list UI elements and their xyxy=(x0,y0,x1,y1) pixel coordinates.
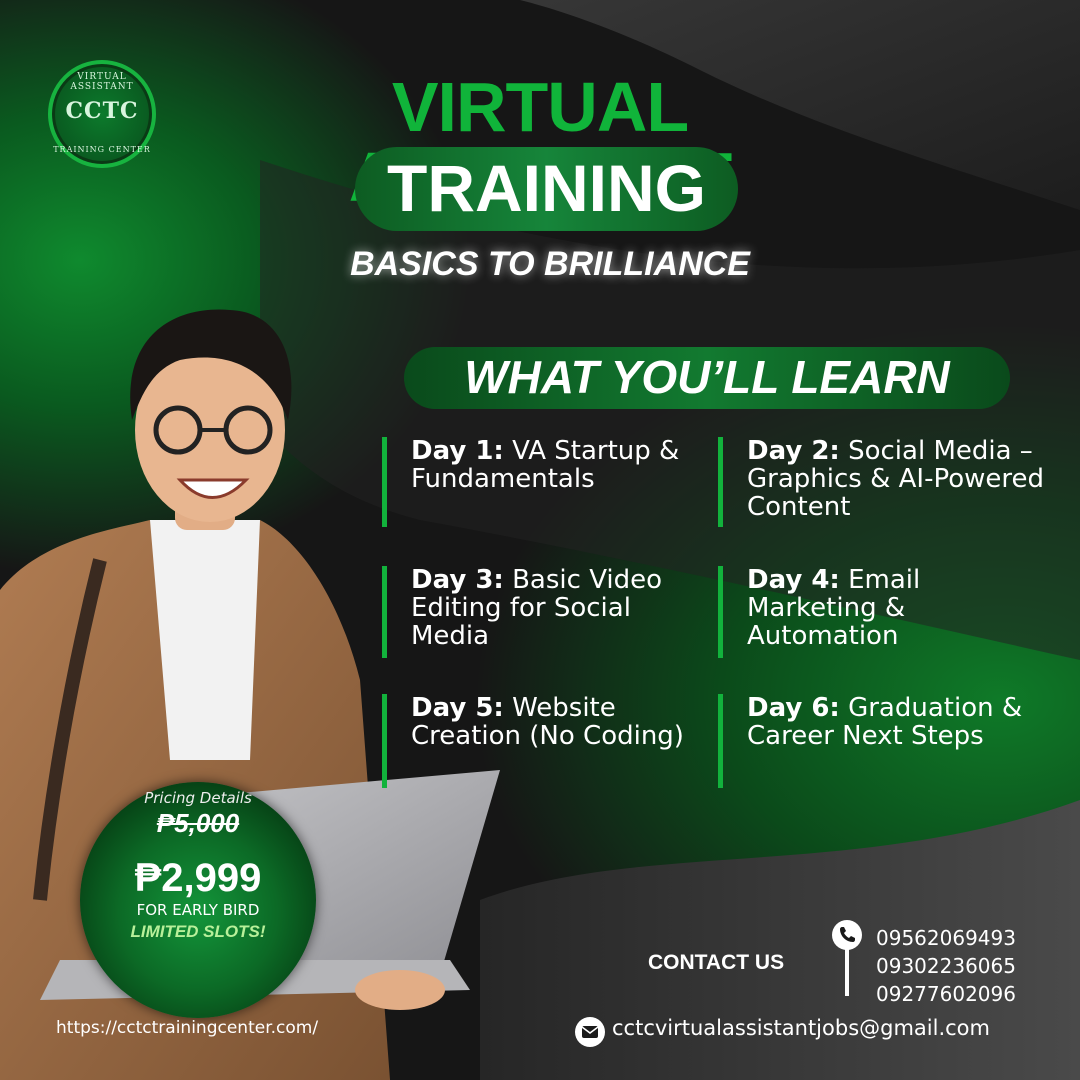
poster: VIRTUAL ASSISTANT CCTC TRAINING CENTER V… xyxy=(0,0,1080,1080)
new-price: ₱2,999 xyxy=(134,856,262,900)
website-link[interactable]: https://cctctrainingcenter.com/ xyxy=(56,1018,318,1038)
day-2-item: Day 2: Social Media – Graphics & AI-Powe… xyxy=(718,437,1058,527)
day-5-item: Day 5: Website Creation (No Coding) xyxy=(382,694,692,788)
day-label: Day 3: xyxy=(411,565,504,595)
day-label: Day 2: xyxy=(747,436,840,466)
logo-ring-top-text: VIRTUAL ASSISTANT xyxy=(70,72,134,92)
day-label: Day 6: xyxy=(747,693,840,723)
phone-number[interactable]: 09277602096 xyxy=(876,980,1016,1008)
logo-initials: CCTC xyxy=(65,98,139,124)
day-1-item: Day 1: VA Startup & Fundamentals xyxy=(382,437,692,527)
phone-number[interactable]: 09562069493 xyxy=(876,924,1016,952)
tagline: BASICS TO BRILLIANCE xyxy=(350,245,750,283)
phone-divider xyxy=(845,948,849,996)
mail-icon xyxy=(575,1017,605,1047)
limited-slots-note: LIMITED SLOTS! xyxy=(130,922,266,941)
learn-heading: WHAT YOU’LL LEARN xyxy=(464,351,950,403)
email-address[interactable]: cctcvirtualassistantjobs@gmail.com xyxy=(612,1016,990,1040)
early-bird-note: FOR EARLY BIRD xyxy=(136,901,260,919)
day-label: Day 1: xyxy=(411,436,504,466)
day-4-item: Day 4: Email Marketing & Automation xyxy=(718,566,1028,658)
logo-ring-bottom-text: TRAINING CENTER xyxy=(53,145,151,154)
day-label: Day 4: xyxy=(747,565,840,595)
contact-label: CONTACT US xyxy=(648,951,785,974)
old-price: ₱5,000 xyxy=(156,808,240,838)
day-label: Day 5: xyxy=(411,693,504,723)
pricing-label: Pricing Details xyxy=(144,789,252,807)
phone-icon xyxy=(832,920,862,950)
day-3-item: Day 3: Basic Video Editing for Social Me… xyxy=(382,566,692,658)
day-6-item: Day 6: Graduation & Career Next Steps xyxy=(718,694,1028,788)
phone-number[interactable]: 09302236065 xyxy=(876,952,1016,980)
phone-numbers: 09562069493 09302236065 09277602096 xyxy=(876,924,1016,1008)
cctc-logo: VIRTUAL ASSISTANT CCTC TRAINING CENTER xyxy=(48,60,156,168)
title-training: TRAINING xyxy=(387,151,706,225)
